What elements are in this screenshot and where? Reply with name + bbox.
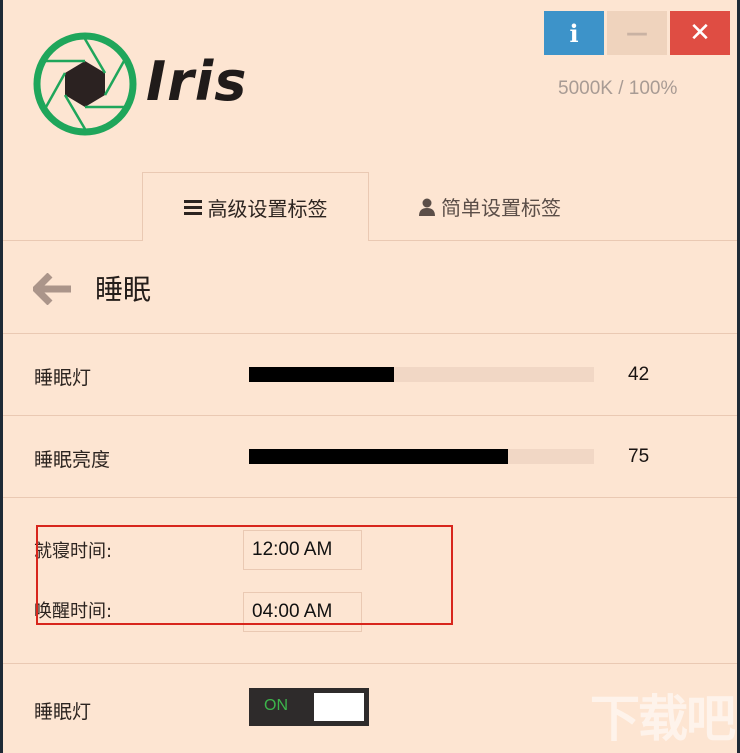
watermark-logo: 下载吧 xyxy=(590,690,736,748)
info-button[interactable]: i xyxy=(544,11,604,55)
wake-time-label: 唤醒时间: xyxy=(34,601,113,622)
color-temperature-status: 5000K / 100% xyxy=(558,78,678,99)
tab-simple-settings[interactable]: 简单设置标签 xyxy=(370,172,610,241)
close-button[interactable]: ✕ xyxy=(670,11,730,55)
sleep-light-row: 睡眠灯 42 xyxy=(3,334,737,416)
section-title: 睡眠 xyxy=(95,273,152,306)
sleep-light-toggle[interactable]: ON xyxy=(249,688,369,726)
tab-label: 高级设置标签 xyxy=(207,196,328,221)
bedtime-input[interactable] xyxy=(243,530,362,570)
back-arrow-icon[interactable] xyxy=(31,272,73,309)
sleep-schedule-row: 就寝时间: 唤醒时间: xyxy=(3,498,737,664)
iris-window: i — ✕ Iris 5000K / 100% 高级设置标签 简单设置标签 睡眠… xyxy=(3,0,737,753)
sleep-light-toggle-label: 睡眠灯 xyxy=(34,701,92,723)
section-header: 睡眠 xyxy=(3,241,737,334)
iris-logo-icon xyxy=(32,31,138,141)
tab-advanced-settings[interactable]: 高级设置标签 xyxy=(142,172,369,241)
toggle-state: ON xyxy=(264,697,288,714)
sleep-brightness-slider[interactable] xyxy=(249,449,594,464)
slider-fill xyxy=(249,367,394,382)
tab-label: 简单设置标签 xyxy=(441,196,561,220)
sleep-light-slider[interactable] xyxy=(249,367,594,382)
bedtime-label: 就寝时间: xyxy=(34,541,113,562)
sleep-brightness-row: 睡眠亮度 75 xyxy=(3,416,737,498)
sleep-light-label: 睡眠灯 xyxy=(34,367,92,389)
menu-icon xyxy=(183,199,202,215)
sleep-brightness-value: 75 xyxy=(628,446,650,467)
slider-fill xyxy=(249,449,508,464)
wake-time-input[interactable] xyxy=(243,592,362,632)
minimize-button[interactable]: — xyxy=(607,11,667,55)
brand-name: Iris xyxy=(146,50,248,113)
sleep-brightness-label: 睡眠亮度 xyxy=(34,449,111,471)
sleep-light-value: 42 xyxy=(628,364,650,385)
user-icon xyxy=(419,198,435,216)
toggle-knob xyxy=(314,693,364,721)
